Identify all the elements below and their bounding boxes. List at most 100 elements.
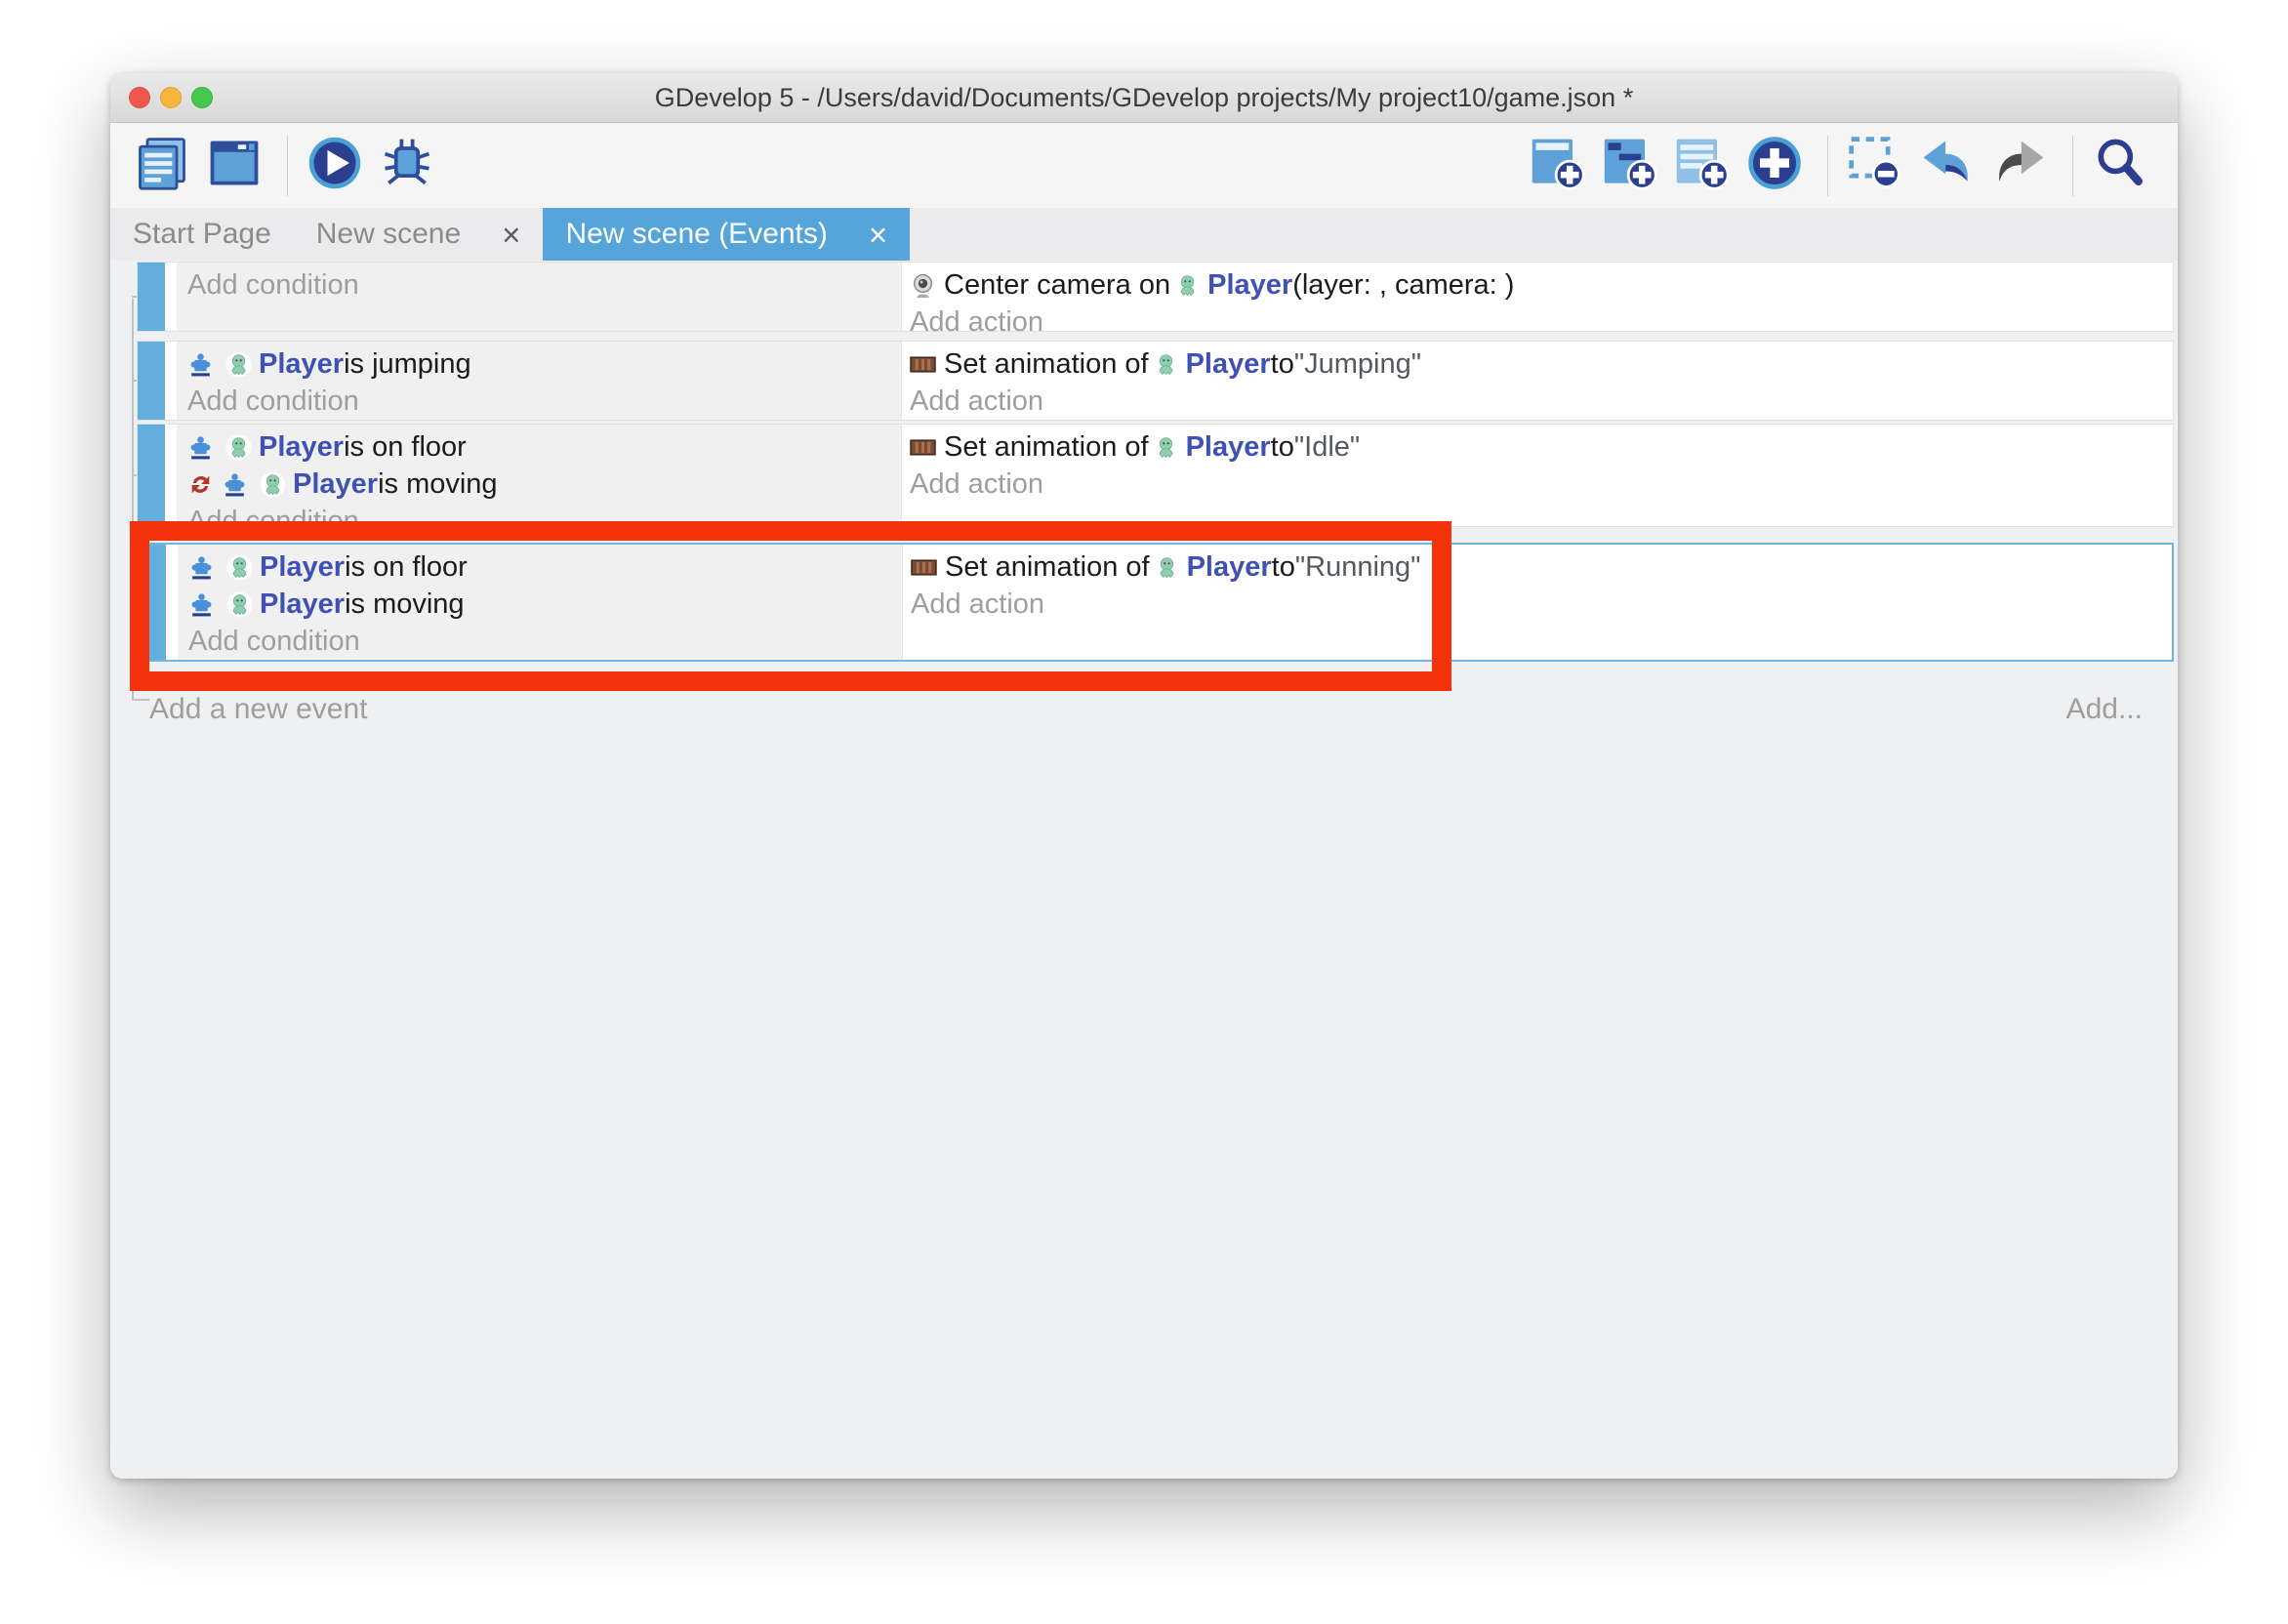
conditions-cell[interactable]: Player is on floorPlayer is movingAdd co… (177, 425, 902, 526)
condition-line[interactable]: Player is on floor (187, 428, 901, 466)
instruction-text: (layer: , camera: ) (1292, 269, 1514, 302)
add-row: Add a new event Add... (110, 689, 2178, 732)
instruction-text: Set animation of (944, 348, 1149, 381)
object-name: Player (293, 468, 378, 501)
condition-line[interactable]: Player is on floor (188, 548, 902, 586)
instruction-text: is jumping (344, 348, 471, 381)
platformer-behavior-icon (188, 591, 215, 618)
instruction-text: Center camera on (944, 269, 1170, 302)
undo-button[interactable] (1914, 133, 1981, 199)
add-more-button[interactable]: Add... (2066, 693, 2143, 726)
project-manager-icon (133, 134, 191, 197)
debug-button[interactable] (374, 133, 440, 199)
scene-editor-button[interactable] (201, 133, 267, 199)
tab-label: New scene (316, 218, 461, 251)
conditions-cell[interactable]: Add condition (177, 263, 902, 331)
actions-cell[interactable]: Set animation of Player to "Jumping"Add … (902, 342, 2173, 420)
debug-icon (378, 134, 436, 197)
tab-label: New scene (Events) (565, 218, 827, 251)
add-condition-button[interactable]: Add condition (187, 266, 901, 304)
animation-icon (911, 554, 937, 581)
add-action-button[interactable]: Add action (910, 304, 2173, 341)
event-row[interactable]: Add conditionCenter camera on Player (la… (137, 262, 2174, 332)
toolbar-divider (287, 136, 288, 196)
minimize-window-button[interactable] (160, 87, 182, 108)
titlebar: GDevelop 5 - /Users/david/Documents/GDev… (110, 73, 2178, 123)
action-line[interactable]: Set animation of Player to "Idle" (910, 428, 2173, 466)
instruction-text: Set animation of (945, 551, 1150, 584)
condition-line[interactable]: Player is jumping (187, 345, 901, 383)
object-name: Player (260, 589, 345, 621)
preview-button[interactable] (302, 133, 368, 199)
action-line[interactable]: Set animation of Player to "Running" (911, 548, 2172, 586)
search-button[interactable] (2087, 133, 2153, 199)
remove-event-icon (1846, 134, 1904, 197)
add-comment-button[interactable] (1669, 133, 1736, 199)
event-selection-bar[interactable] (138, 425, 165, 526)
traffic-lights (129, 73, 213, 122)
event-row-selected[interactable]: Player is on floorPlayer is movingAdd co… (137, 543, 2174, 662)
player-icon (260, 471, 286, 498)
player-icon (225, 434, 252, 461)
actions-cell[interactable]: Set animation of Player to "Running"Add … (903, 545, 2172, 660)
close-window-button[interactable] (129, 87, 150, 108)
player-icon (1154, 554, 1180, 581)
animation-icon (910, 351, 936, 378)
remove-event-button[interactable] (1842, 133, 1908, 199)
toolbar-divider (1827, 136, 1828, 196)
player-icon (226, 554, 253, 581)
add-other-event-button[interactable] (1741, 133, 1808, 199)
add-action-button[interactable]: Add action (911, 586, 2172, 623)
redo-icon (1990, 134, 2049, 197)
player-icon (1174, 272, 1201, 299)
gdevelop-window: GDevelop 5 - /Users/david/Documents/GDev… (110, 73, 2178, 1479)
player-icon (1153, 351, 1179, 378)
action-line[interactable]: Center camera on Player (layer: , camera… (910, 266, 2173, 304)
conditions-cell[interactable]: Player is jumpingAdd condition (177, 342, 902, 420)
add-condition-button[interactable]: Add condition (188, 623, 902, 660)
player-icon (225, 351, 252, 378)
event-tree-guide-line (132, 299, 134, 701)
redo-button[interactable] (1986, 133, 2053, 199)
project-manager-button[interactable] (129, 133, 195, 199)
add-condition-button[interactable]: Add condition (187, 383, 901, 420)
tab-new-scene[interactable]: New scene × (294, 208, 544, 261)
tab-bar: Start Page New scene × New scene (Events… (110, 208, 2178, 261)
event-selection-bar[interactable] (139, 545, 166, 660)
play-icon (306, 134, 364, 197)
event-row[interactable]: Player is on floorPlayer is movingAdd co… (137, 424, 2174, 527)
object-name: Player (259, 431, 344, 464)
add-subevent-icon (1601, 134, 1659, 197)
instruction-text: to (1271, 348, 1294, 381)
actions-cell[interactable]: Set animation of Player to "Idle"Add act… (902, 425, 2173, 526)
search-icon (2091, 134, 2149, 197)
object-name: Player (1207, 269, 1292, 302)
condition-line[interactable]: Player is moving (187, 466, 901, 503)
add-action-button[interactable]: Add action (910, 383, 2173, 420)
add-event-button[interactable] (1525, 133, 1591, 199)
player-icon (1153, 434, 1179, 461)
add-condition-button[interactable]: Add condition (187, 503, 901, 540)
add-new-event-button[interactable]: Add a new event (149, 693, 368, 726)
invert-icon (187, 471, 214, 498)
instruction-text: Set animation of (944, 431, 1149, 464)
platformer-behavior-icon (188, 554, 215, 581)
event-selection-bar[interactable] (138, 342, 165, 420)
tab-new-scene-events[interactable]: New scene (Events) × (543, 208, 910, 261)
platformer-behavior-icon (222, 471, 248, 498)
instruction-text: to (1271, 431, 1294, 464)
add-action-button[interactable]: Add action (910, 466, 2173, 503)
condition-line[interactable]: Player is moving (188, 586, 902, 623)
conditions-cell[interactable]: Player is on floorPlayer is movingAdd co… (178, 545, 903, 660)
close-tab-icon[interactable]: × (869, 219, 887, 251)
events-sheet: Add conditionCenter camera on Player (la… (110, 261, 2178, 1479)
zoom-window-button[interactable] (191, 87, 213, 108)
event-selection-bar[interactable] (138, 263, 165, 331)
actions-cell[interactable]: Center camera on Player (layer: , camera… (902, 263, 2173, 331)
object-name: Player (1186, 431, 1271, 464)
action-line[interactable]: Set animation of Player to "Jumping" (910, 345, 2173, 383)
event-row[interactable]: Player is jumpingAdd conditionSet animat… (137, 341, 2174, 421)
close-tab-icon[interactable]: × (502, 219, 520, 251)
add-subevent-button[interactable] (1597, 133, 1663, 199)
tab-start-page[interactable]: Start Page (110, 208, 294, 261)
